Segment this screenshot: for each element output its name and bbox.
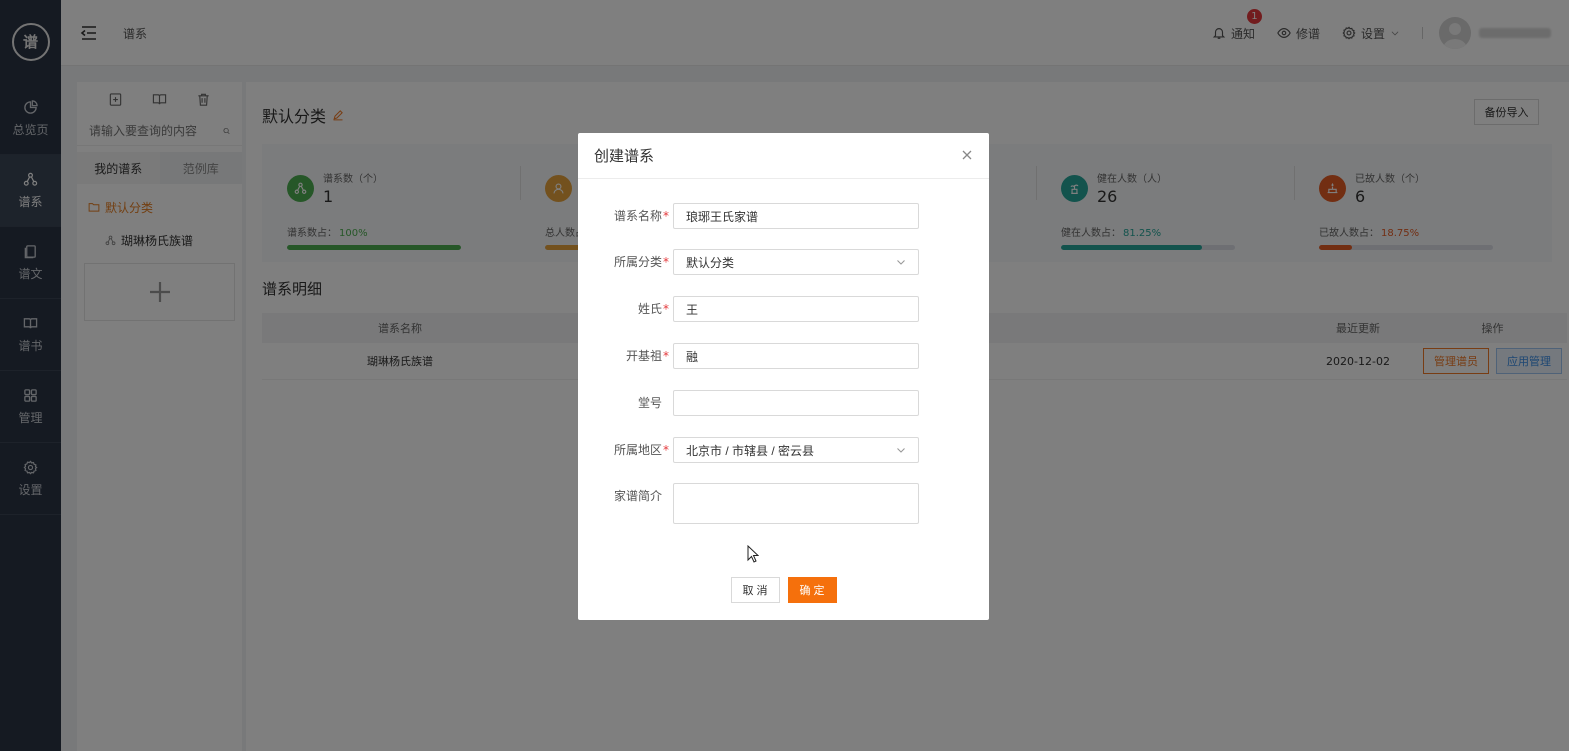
form-row: 所属分类* 默认分类	[578, 249, 989, 275]
field-label: 所属分类*	[578, 249, 673, 275]
mouse-cursor-icon	[747, 545, 759, 563]
select-value: 北京市 / 市辖县 / 密云县	[686, 443, 815, 458]
field-label: 姓氏*	[578, 296, 673, 322]
text-field[interactable]: 琅琊王氏家谱	[673, 203, 919, 229]
field-label-text: 谱系名称	[613, 209, 662, 223]
text-field[interactable]: 融	[673, 343, 919, 369]
field-label: 堂号*	[578, 390, 673, 416]
field-label: 开基祖*	[578, 343, 673, 369]
form-row: 谱系名称* 琅琊王氏家谱	[578, 203, 989, 229]
form-row: 开基祖* 融	[578, 343, 989, 369]
field-label: 家谱简介*	[578, 483, 673, 509]
confirm-button[interactable]: 确 定	[787, 577, 837, 603]
form-row: 堂号*	[578, 390, 989, 416]
intro-textarea[interactable]	[673, 483, 919, 524]
text-field[interactable]	[673, 390, 919, 416]
form-row: 家谱简介*	[578, 483, 989, 524]
chevron-down-icon	[897, 260, 905, 265]
required-marker: *	[663, 349, 669, 363]
form-row: 所属地区* 北京市 / 市辖县 / 密云县	[578, 437, 989, 463]
required-marker: *	[663, 443, 669, 457]
chevron-down-icon	[897, 448, 905, 453]
input-value: 王	[686, 302, 699, 317]
form-row: 姓氏* 王	[578, 296, 989, 322]
field-label-text: 家谱简介	[613, 489, 662, 503]
field-label-text: 所属分类	[613, 255, 662, 269]
required-marker: *	[663, 255, 669, 269]
required-marker: *	[663, 209, 669, 223]
required-marker: *	[663, 302, 669, 316]
text-field[interactable]: 王	[673, 296, 919, 322]
dialog-header: 创建谱系	[578, 133, 989, 179]
select-field[interactable]: 默认分类	[673, 249, 919, 275]
select-value: 默认分类	[686, 255, 735, 270]
field-label: 谱系名称*	[578, 203, 673, 229]
dialog-title: 创建谱系	[594, 147, 655, 165]
field-label-text: 姓氏	[637, 302, 662, 316]
dialog-footer: 取 消 确 定	[578, 577, 989, 603]
select-field[interactable]: 北京市 / 市辖县 / 密云县	[673, 437, 919, 463]
field-label-text: 堂号	[637, 396, 662, 410]
field-label-text: 所属地区	[613, 443, 662, 457]
field-label: 所属地区*	[578, 437, 673, 463]
cancel-button[interactable]: 取 消	[730, 577, 780, 603]
field-label-text: 开基祖	[625, 349, 662, 363]
input-value: 融	[686, 349, 699, 364]
close-icon[interactable]	[961, 149, 973, 161]
create-lineage-dialog: 创建谱系 谱系名称*琅琊王氏家谱所属分类*默认分类姓氏*王开基祖*融堂号*所属地…	[578, 133, 989, 620]
input-value: 琅琊王氏家谱	[686, 209, 759, 224]
